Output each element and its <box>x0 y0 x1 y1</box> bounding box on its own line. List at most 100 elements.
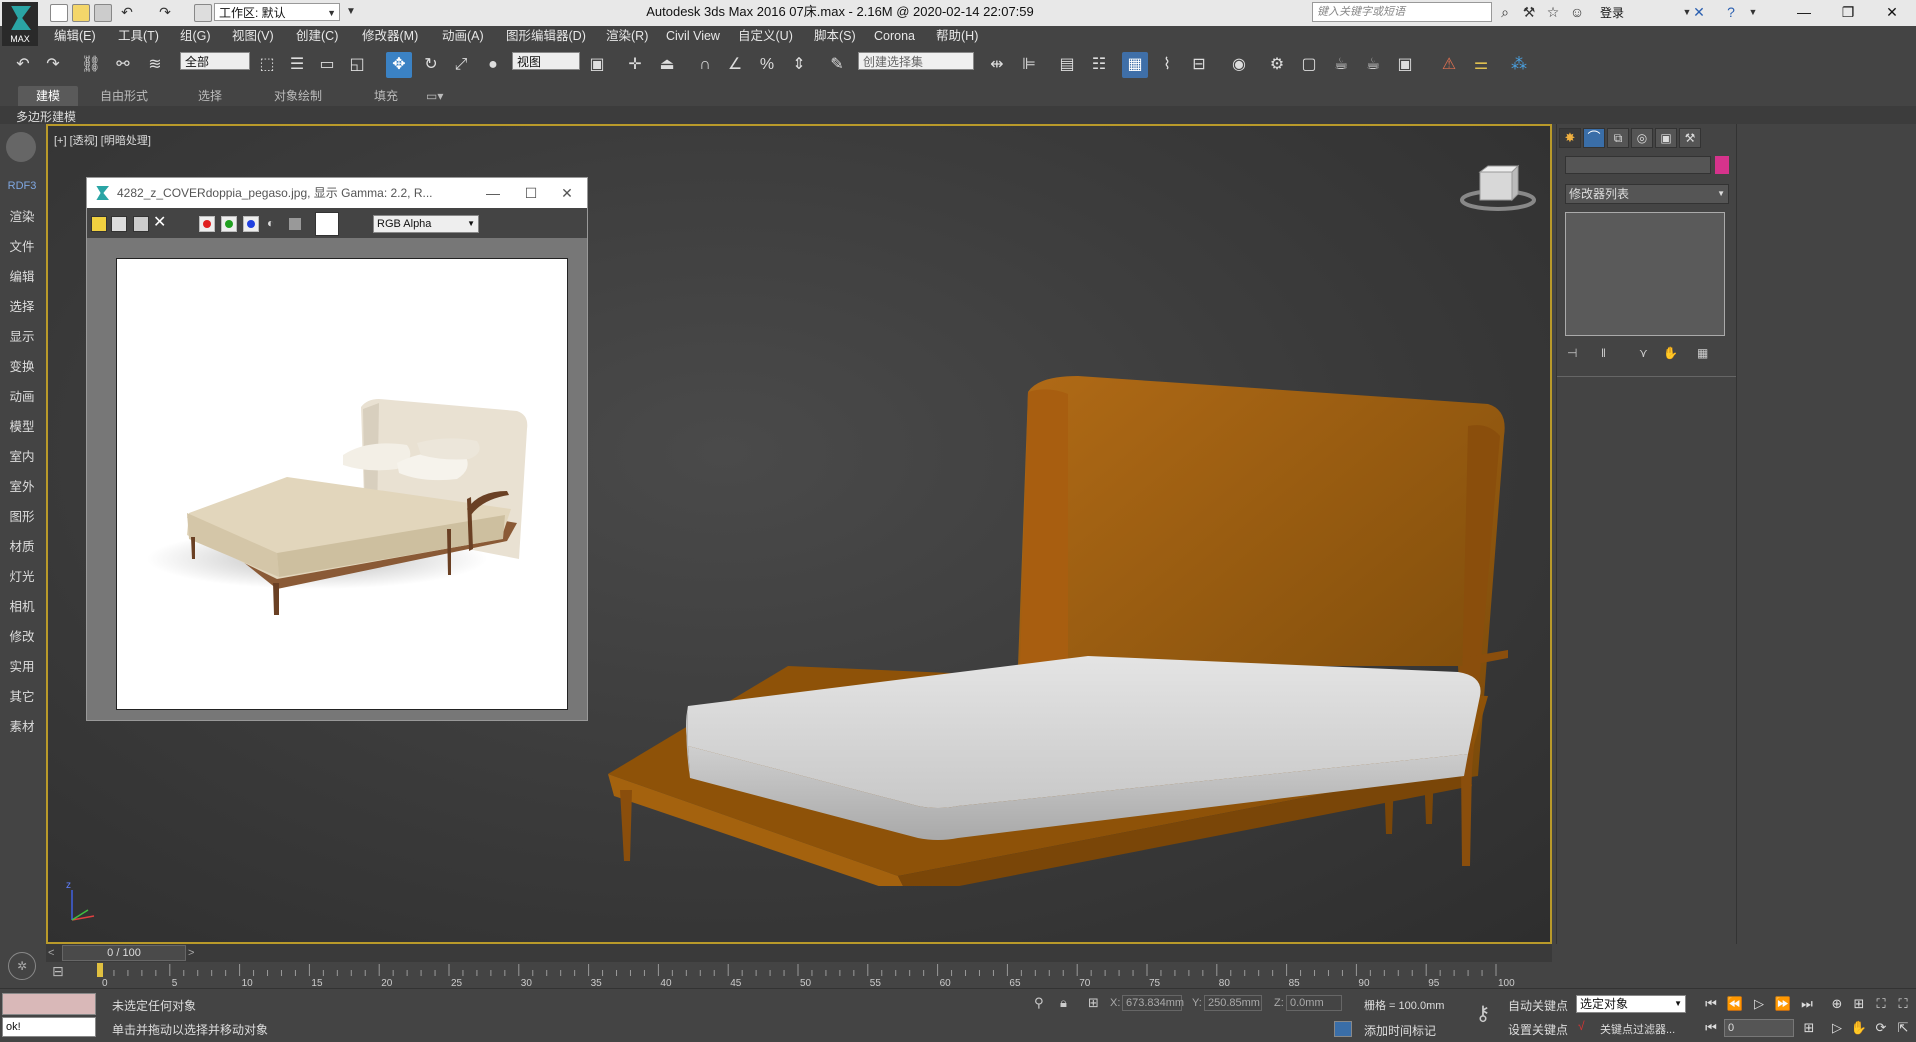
key-selection-dropdown[interactable]: 选定对象 ▼ <box>1576 995 1686 1013</box>
plugin-tool-icon[interactable]: ⚠ <box>1436 52 1462 78</box>
lp-item-materials[interactable]: 材质 <box>0 536 44 555</box>
menu-animation[interactable]: 动画(A) <box>442 26 484 46</box>
plugin-tool-2-icon[interactable]: ⚌ <box>1468 52 1494 78</box>
go-to-end-icon[interactable]: ⏭ <box>1796 995 1818 1013</box>
time-slider-knob[interactable]: 0 / 100 <box>62 945 186 961</box>
blue-channel-toggle[interactable] <box>243 216 259 232</box>
menu-corona[interactable]: Corona <box>874 26 915 46</box>
auto-key-button[interactable]: 自动关键点 <box>1508 997 1568 1014</box>
selection-filter-dropdown[interactable]: 全部 <box>180 52 250 70</box>
key-filters-button[interactable]: 关键点过滤器... <box>1600 1021 1675 1037</box>
show-end-result-icon[interactable]: ‖ <box>1601 346 1606 360</box>
absolute-mode-icon[interactable]: ⊞ <box>1088 995 1099 1011</box>
image-viewer-minimize-button[interactable]: — <box>473 178 513 208</box>
save-file-icon[interactable] <box>94 4 112 22</box>
polygon-modeling-label[interactable]: 多边形建模 <box>16 108 76 125</box>
lp-item-transform[interactable]: 变换 <box>0 356 44 375</box>
schematic-view-icon[interactable]: ⊟ <box>1186 52 1212 78</box>
link-icon[interactable]: ⛓ <box>78 52 104 78</box>
restore-button[interactable]: ❐ <box>1826 0 1870 24</box>
green-channel-toggle[interactable] <box>221 216 237 232</box>
menu-rendering[interactable]: 渲染(R) <box>606 26 648 46</box>
zoom-extents-icon[interactable]: ⛶ <box>1870 995 1892 1013</box>
lp-item-file[interactable]: 文件 <box>0 236 44 255</box>
pivot-center-icon[interactable]: ▣ <box>584 52 610 78</box>
plugin-avatar-icon[interactable] <box>6 132 36 162</box>
rendered-frame-window-icon[interactable]: ▢ <box>1296 52 1322 78</box>
lp-item-other[interactable]: 其它 <box>0 686 44 705</box>
orbit-icon[interactable]: ⟳ <box>1870 1019 1892 1037</box>
tab-selection[interactable]: 选择 <box>180 86 240 106</box>
image-viewer-titlebar[interactable]: 4282_z_COVERdoppia_pegaso.jpg, 显示 Gamma:… <box>87 178 587 208</box>
lp-item-interior[interactable]: 室内 <box>0 446 44 465</box>
tab-modeling[interactable]: 建模 <box>18 86 79 106</box>
menu-customize[interactable]: 自定义(U) <box>738 26 793 46</box>
lp-item-display[interactable]: 显示 <box>0 326 44 345</box>
channel-display-dropdown[interactable]: RGB Alpha ▼ <box>373 215 479 233</box>
bed-3d-model[interactable] <box>608 366 1528 886</box>
bind-spacewarp-icon[interactable]: ≋ <box>142 52 168 78</box>
set-key-icon[interactable]: ⚷ <box>1468 1001 1498 1029</box>
menu-help[interactable]: 帮助(H) <box>936 26 978 46</box>
lp-item-exterior[interactable]: 室外 <box>0 476 44 495</box>
hierarchy-tab-icon[interactable]: ⧉ <box>1607 128 1629 148</box>
login-link[interactable]: 登录 <box>1600 4 1624 21</box>
menu-tools[interactable]: 工具(T) <box>118 26 159 46</box>
menu-group[interactable]: 组(G) <box>180 26 211 46</box>
help-chevron-icon[interactable]: ▼ <box>1744 3 1762 21</box>
image-viewer-window[interactable]: 4282_z_COVERdoppia_pegaso.jpg, 显示 Gamma:… <box>86 177 588 721</box>
reference-coordinate-dropdown[interactable]: 视图 <box>512 52 580 70</box>
track-bar[interactable]: 0 5 10 15 20 25 30 35 40 45 50 55 60 65 70 75 80 85 90 95 10… <box>46 962 1552 989</box>
tab-populate[interactable]: 填充 <box>356 86 416 106</box>
tab-object-paint[interactable]: 对象绘制 <box>256 86 340 106</box>
viewcube-icon[interactable] <box>1458 162 1538 216</box>
make-unique-icon[interactable]: ⋎ <box>1639 346 1648 360</box>
render-in-cloud-icon[interactable]: ▣ <box>1392 52 1418 78</box>
maxscript-listener-mini[interactable] <box>2 993 96 1015</box>
lp-item-select[interactable]: 选择 <box>0 296 44 315</box>
menu-scripting[interactable]: 脚本(S) <box>814 26 856 46</box>
utilities-tab-icon[interactable]: ⚒ <box>1679 128 1701 148</box>
render-setup-icon[interactable]: ⚙ <box>1264 52 1290 78</box>
previous-frame-icon[interactable]: ⏪ <box>1724 995 1746 1013</box>
binoculars-icon[interactable]: ⌕ <box>1496 3 1514 21</box>
select-and-scale-icon[interactable]: ⤢ <box>448 52 474 78</box>
keyboard-shortcut-override-icon[interactable]: ⏏ <box>654 52 680 78</box>
select-and-rotate-icon[interactable]: ↻ <box>418 52 444 78</box>
menu-graph-editors[interactable]: 图形编辑器(D) <box>506 26 586 46</box>
pin-stack-icon[interactable]: ⊣ <box>1567 346 1577 360</box>
modifier-list-dropdown[interactable]: 修改器列表 ▼ <box>1565 184 1729 204</box>
named-selection-dropdown[interactable]: 创建选择集 <box>858 52 974 70</box>
exchange-apps-icon[interactable]: ✕ <box>1690 3 1708 21</box>
lp-item-lights[interactable]: 灯光 <box>0 566 44 585</box>
rect-selection-icon[interactable]: ▭ <box>314 52 340 78</box>
z-coordinate-field[interactable]: 0.0mm <box>1286 995 1342 1011</box>
mini-curve-editor-icon[interactable]: ⊟ <box>52 963 64 980</box>
toggle-ribbon-icon[interactable]: ☷ <box>1086 52 1112 78</box>
workspace-dropdown[interactable]: 工作区: 默认 ▼ <box>214 3 340 21</box>
project-folder-icon[interactable] <box>194 4 212 22</box>
communication-center-icon[interactable]: ⚒ <box>1520 3 1538 21</box>
user-icon[interactable]: ☺ <box>1568 3 1586 21</box>
menu-edit[interactable]: 编辑(E) <box>54 26 96 46</box>
edit-named-selection-icon[interactable]: ✎ <box>824 52 850 78</box>
unlink-icon[interactable]: ⚯ <box>110 52 136 78</box>
modifier-stack[interactable] <box>1565 212 1725 336</box>
help-icon[interactable]: ? <box>1722 3 1740 21</box>
field-of-view-icon[interactable]: ▷ <box>1826 1019 1848 1037</box>
configure-modifier-sets-icon[interactable]: ▦ <box>1697 346 1708 360</box>
clone-window-icon[interactable] <box>111 216 127 232</box>
select-by-name-icon[interactable]: ☰ <box>284 52 310 78</box>
isolate-selection-icon[interactable]: ⚲ <box>1034 995 1044 1011</box>
tab-freeform[interactable]: 自由形式 <box>82 86 166 106</box>
set-key-mode-button[interactable]: 设置关键点 <box>1508 1021 1568 1038</box>
close-button[interactable]: ✕ <box>1870 0 1914 24</box>
time-tag-icon[interactable] <box>1334 1021 1352 1037</box>
redo-tool-icon[interactable]: ↷ <box>40 52 66 78</box>
lp-item-model[interactable]: 模型 <box>0 416 44 435</box>
menu-create[interactable]: 创建(C) <box>296 26 338 46</box>
menu-modifiers[interactable]: 修改器(M) <box>362 26 418 46</box>
image-viewer-maximize-button[interactable]: ☐ <box>511 178 551 208</box>
manipulate-icon[interactable]: ✛ <box>622 52 648 78</box>
lp-item-edit[interactable]: 编辑 <box>0 266 44 285</box>
